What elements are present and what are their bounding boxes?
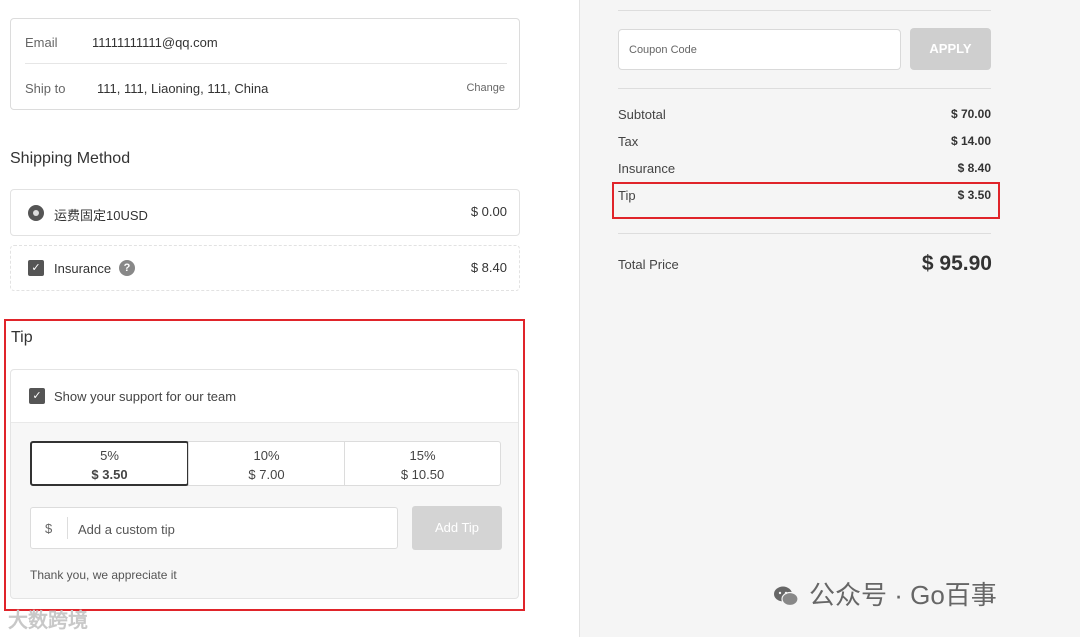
contact-summary: Email 11111111111@qq.com Ship to 111, 11… (10, 18, 520, 110)
change-link[interactable]: Change (466, 82, 505, 94)
wechat-watermark-text: 公众号 · Go百事 (809, 580, 997, 610)
insurance-row: Insurance $ 8.40 (618, 161, 991, 176)
order-summary: APPLY Subtotal $ 70.00 Tax $ 14.00 Insur… (579, 0, 1080, 637)
summary-value: $ 14.00 (950, 134, 991, 148)
highlight-box (4, 319, 525, 611)
wechat-watermark: 公众号 · Go百事 (773, 575, 997, 612)
coupon-field[interactable] (618, 29, 901, 70)
total-label: Total Price (618, 257, 679, 272)
subtotal-row: Subtotal $ 70.00 (618, 107, 991, 122)
radio-selected-icon[interactable] (28, 205, 44, 221)
tax-row: Tax $ 14.00 (618, 134, 991, 149)
checkbox-checked-icon[interactable]: ✓ (28, 260, 44, 276)
insurance-option[interactable]: ✓ Insurance ? $ 8.40 (10, 245, 520, 291)
brand-watermark: 大数跨境 (8, 610, 88, 632)
total-value: $ 95.90 (921, 252, 992, 275)
summary-value: $ 70.00 (950, 107, 991, 121)
summary-value: $ 8.40 (957, 161, 991, 175)
wechat-icon (773, 583, 799, 607)
insurance-label: Insurance (54, 261, 112, 276)
shipping-option-price: $ 0.00 (470, 204, 507, 219)
divider (618, 233, 991, 234)
divider (618, 88, 991, 89)
summary-label: Insurance (618, 161, 676, 176)
shipping-option-label: 运费固定10USD (54, 208, 148, 223)
shipping-method-title: Shipping Method (10, 150, 131, 167)
email-value: 11111111111@qq.com (92, 35, 218, 50)
insurance-price: $ 8.40 (470, 260, 507, 275)
email-label: Email (25, 35, 58, 50)
summary-label: Tax (618, 134, 639, 149)
ship-to-label: Ship to (25, 81, 66, 96)
summary-label: Subtotal (618, 107, 666, 122)
help-icon[interactable]: ? (119, 260, 135, 276)
divider (25, 63, 507, 64)
checkout-form: Email 11111111111@qq.com Ship to 111, 11… (0, 0, 579, 637)
ship-to-value: 111, 111, Liaoning, 111, China (97, 81, 269, 96)
highlight-box (612, 182, 1000, 219)
coupon-input[interactable] (627, 40, 891, 60)
shipping-option-fixed[interactable]: 运费固定10USD $ 0.00 (10, 189, 520, 236)
apply-button[interactable]: APPLY (910, 28, 991, 70)
divider (618, 10, 991, 11)
